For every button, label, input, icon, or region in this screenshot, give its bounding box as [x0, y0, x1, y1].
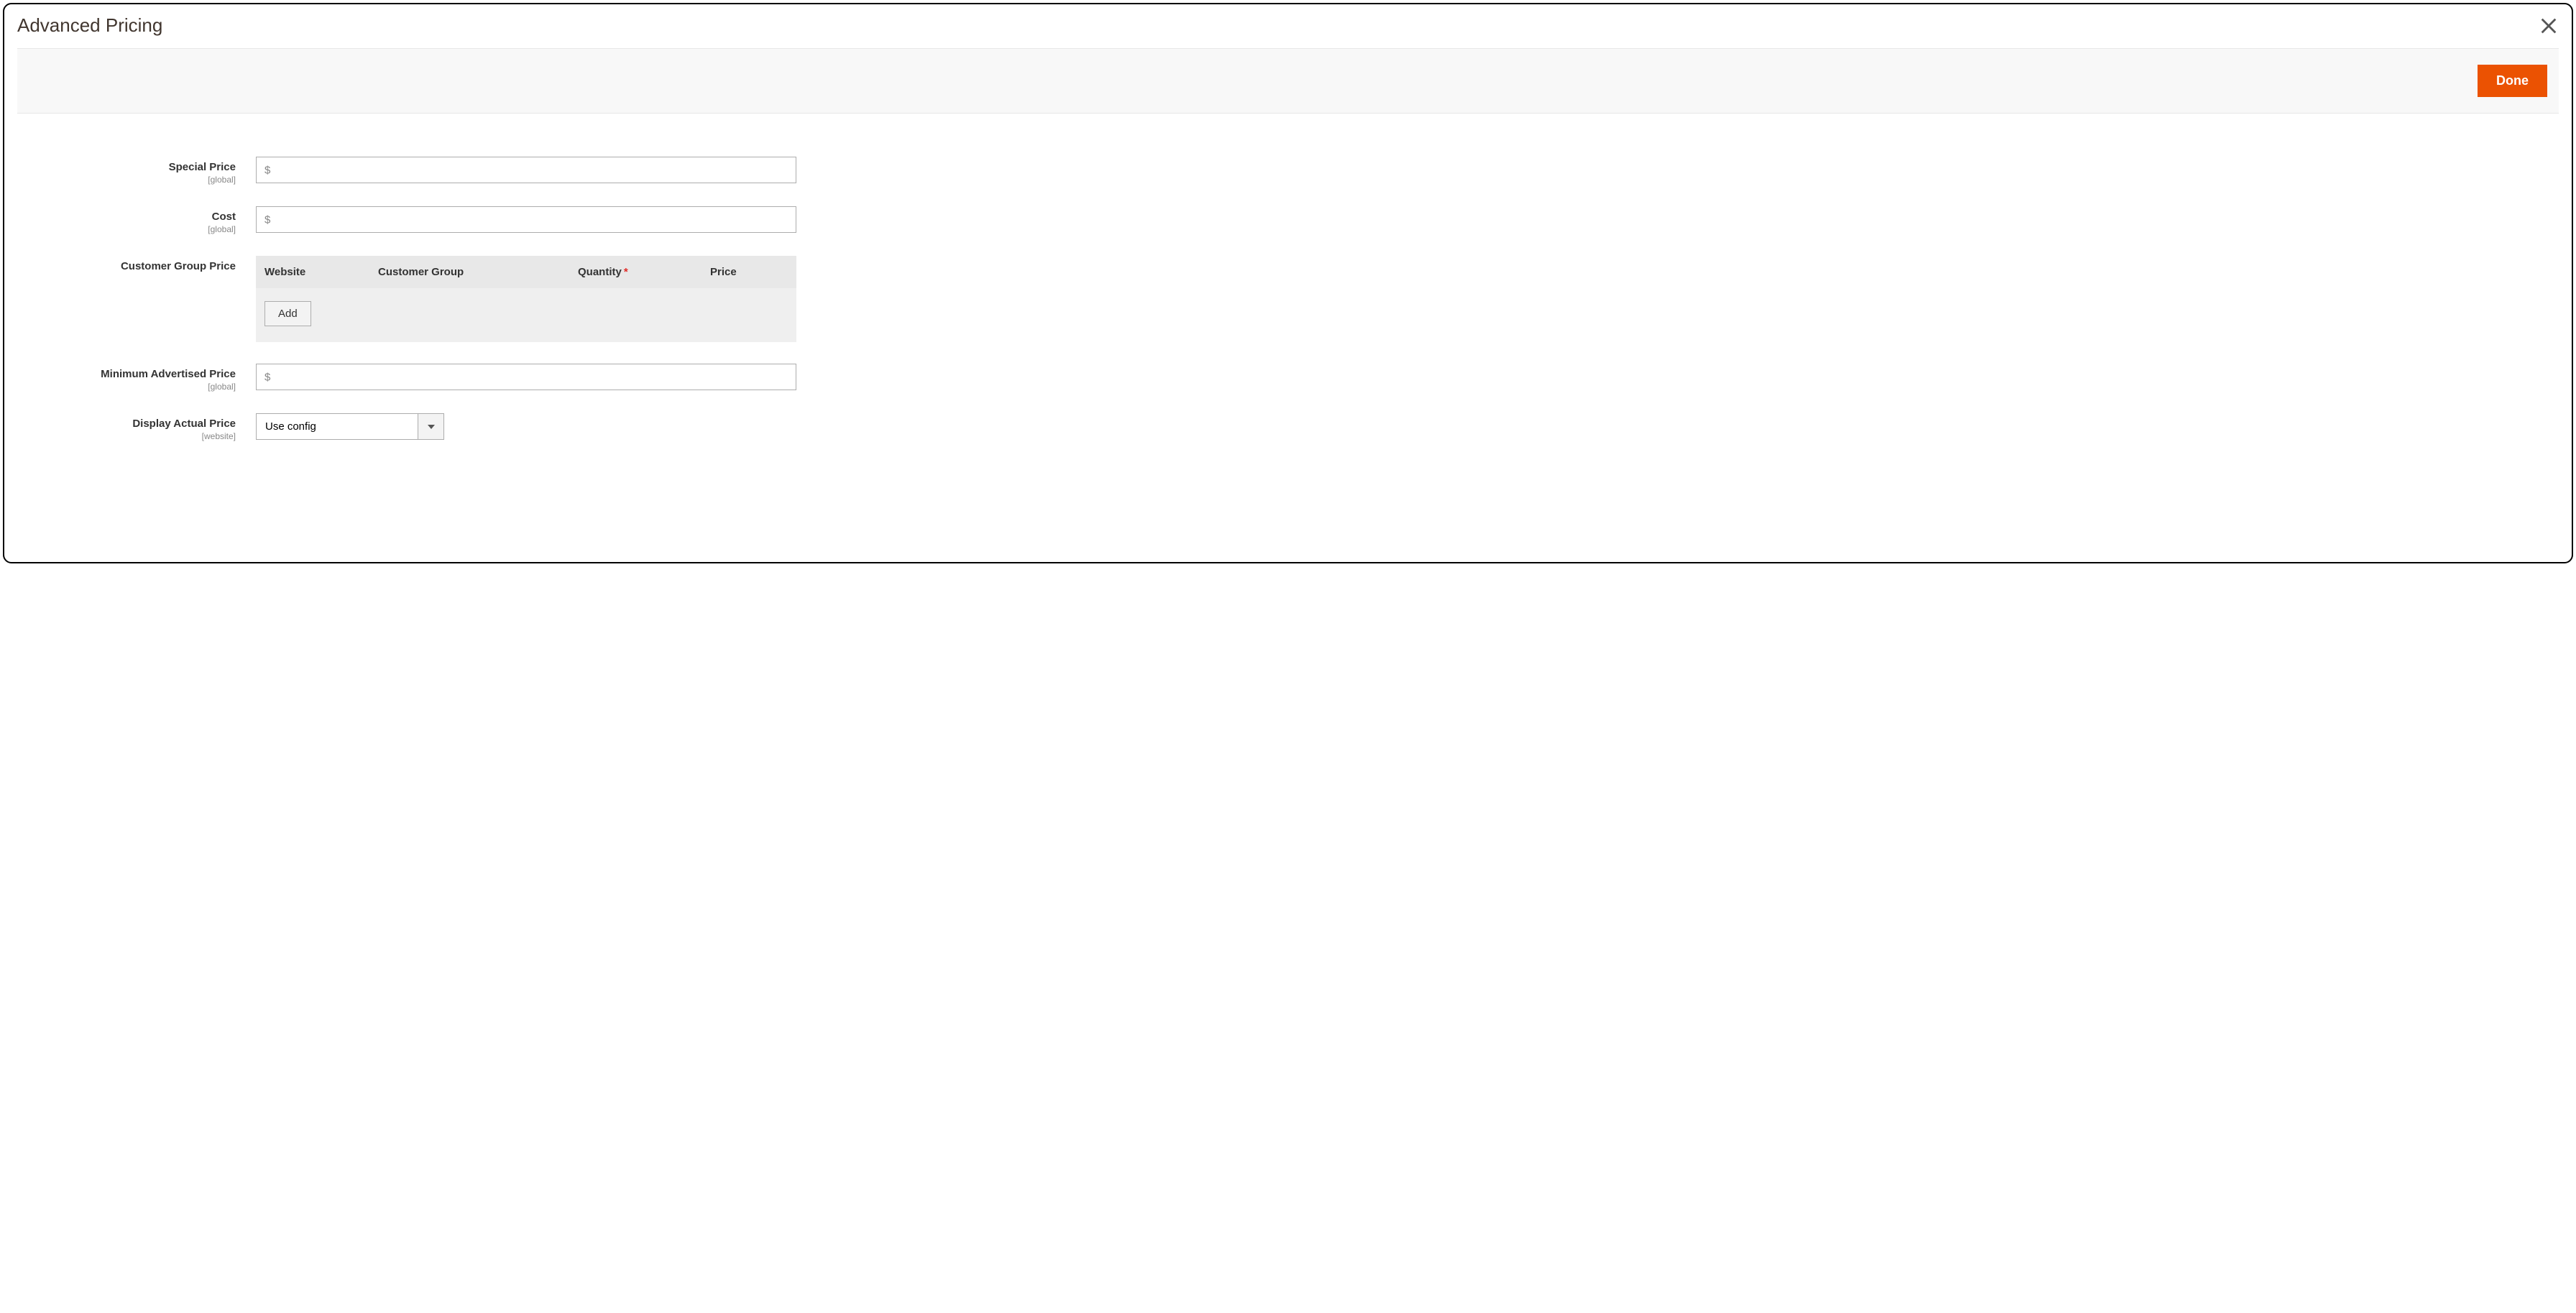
display-actual-price-scope: [website]	[17, 431, 236, 441]
required-asterisk-icon: *	[624, 266, 628, 278]
display-actual-price-select[interactable]: Use config	[256, 413, 418, 440]
add-tier-button[interactable]: Add	[264, 301, 311, 326]
chevron-down-icon	[418, 413, 444, 440]
modal-header: Advanced Pricing	[4, 4, 2572, 48]
form-area: Special Price [global] $ Cost [global] $	[4, 114, 2572, 484]
column-customer-group: Customer Group	[378, 266, 578, 278]
map-scope: [global]	[17, 382, 236, 392]
display-actual-price-label: Display Actual Price	[17, 418, 236, 430]
display-actual-price-select-wrap: Use config	[256, 413, 444, 440]
toolbar: Done	[17, 48, 2559, 114]
cost-row: Cost [global] $	[17, 206, 2559, 234]
tier-price-body: Add	[256, 288, 796, 342]
column-price: Price	[710, 266, 788, 278]
tier-price-header: Website Customer Group Quantity* Price	[256, 256, 796, 288]
customer-group-price-label: Customer Group Price	[17, 260, 236, 272]
column-quantity-label: Quantity	[578, 266, 622, 278]
cost-input[interactable]	[256, 206, 796, 233]
done-button[interactable]: Done	[2478, 65, 2547, 97]
advanced-pricing-modal: Advanced Pricing Done Special Price [glo…	[3, 3, 2573, 563]
special-price-scope: [global]	[17, 175, 236, 185]
close-icon	[2539, 16, 2559, 36]
cost-label: Cost	[17, 211, 236, 223]
map-row: Minimum Advertised Price [global] $	[17, 364, 2559, 392]
close-button[interactable]	[2539, 16, 2559, 36]
column-quantity: Quantity*	[578, 266, 710, 278]
tier-price-table: Website Customer Group Quantity* Price A…	[256, 256, 796, 342]
column-website: Website	[264, 266, 378, 278]
special-price-input[interactable]	[256, 157, 796, 183]
customer-group-price-row: Customer Group Price Website Customer Gr…	[17, 256, 2559, 342]
display-actual-price-row: Display Actual Price [website] Use confi…	[17, 413, 2559, 441]
special-price-row: Special Price [global] $	[17, 157, 2559, 185]
cost-scope: [global]	[17, 224, 236, 234]
map-input[interactable]	[256, 364, 796, 390]
special-price-label: Special Price	[17, 161, 236, 173]
modal-title: Advanced Pricing	[17, 14, 162, 37]
map-label: Minimum Advertised Price	[17, 368, 236, 380]
